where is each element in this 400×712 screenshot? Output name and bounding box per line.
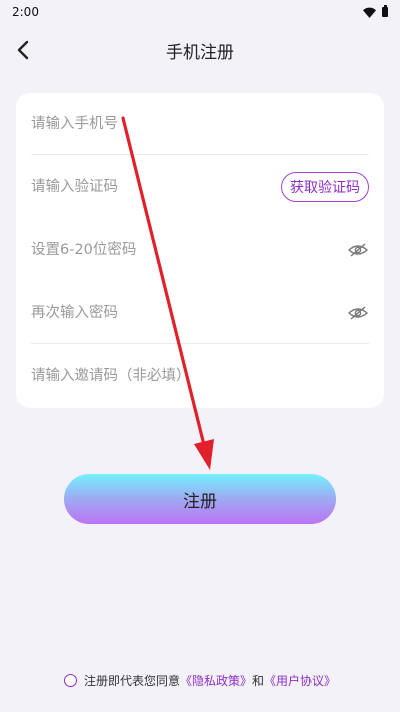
phone-input[interactable]: [31, 108, 261, 139]
verification-code-input[interactable]: [31, 172, 231, 202]
password-input[interactable]: [31, 235, 261, 265]
confirm-password-field-row: [31, 282, 369, 344]
confirm-password-input[interactable]: [31, 297, 261, 328]
get-code-button[interactable]: 获取验证码: [281, 172, 369, 202]
eye-off-icon: [348, 305, 368, 320]
status-time: 2:00: [12, 5, 39, 19]
agreement-conjunction: 和: [252, 673, 265, 688]
agreement-row: 注册即代表您同意 《隐私政策》 和 《用户协议》: [0, 670, 400, 690]
app-bar: 手机注册: [0, 28, 400, 72]
register-screen: 2:00 手机注册 获取验证码: [0, 0, 400, 712]
confirm-password-visibility-toggle[interactable]: [347, 302, 369, 324]
status-bar: 2:00: [0, 0, 400, 24]
registration-form: 获取验证码: [16, 93, 384, 408]
agreement-radio[interactable]: [63, 673, 77, 687]
user-agreement-link[interactable]: 《用户协议》: [264, 672, 336, 689]
battery-icon: [382, 5, 388, 17]
page-title: 手机注册: [166, 43, 234, 63]
status-icons: [363, 5, 388, 18]
code-field-row: 获取验证码: [31, 156, 369, 218]
invite-code-input[interactable]: [31, 361, 331, 391]
eye-off-icon: [348, 243, 368, 257]
wifi-icon: [363, 7, 376, 18]
phone-field-row: [31, 93, 369, 155]
register-button[interactable]: 注册: [64, 474, 336, 524]
password-field-row: [31, 219, 369, 281]
privacy-policy-link[interactable]: 《隐私政策》: [180, 672, 252, 689]
invite-code-field-row: [31, 345, 369, 407]
password-visibility-toggle[interactable]: [347, 239, 369, 261]
agreement-text: 注册即代表您同意: [83, 673, 180, 688]
